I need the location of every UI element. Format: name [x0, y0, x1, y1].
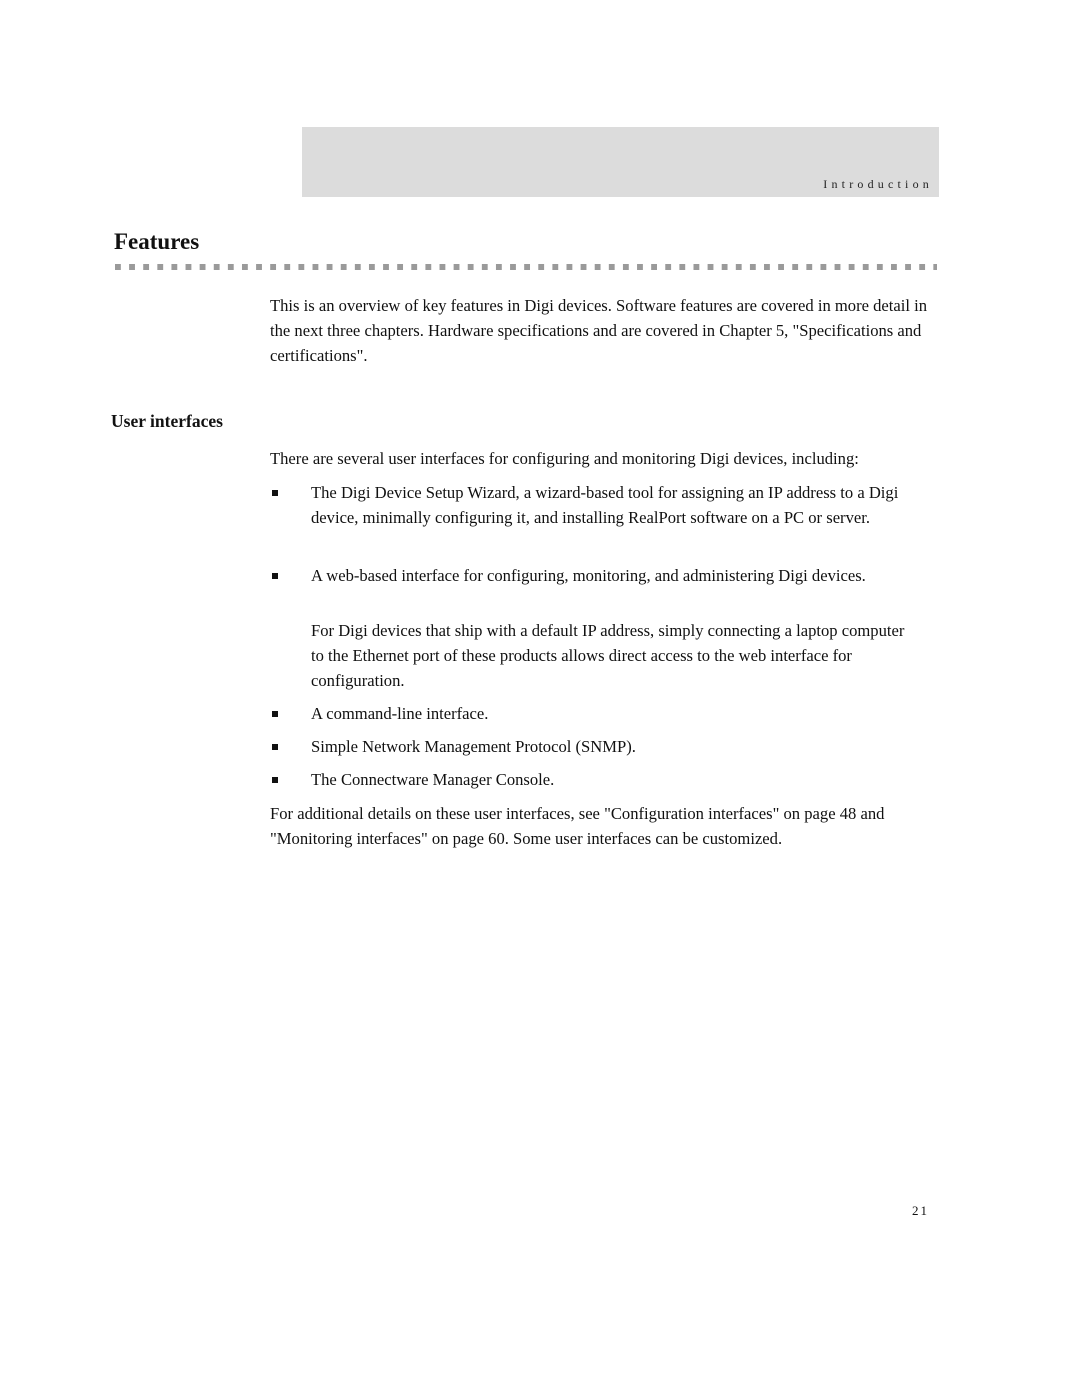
running-header-band: Introduction [302, 127, 939, 197]
list-item-note: For Digi devices that ship with a defaul… [311, 621, 905, 690]
list-item-text: A command-line interface. [311, 704, 489, 723]
closing-paragraph: For additional details on these user int… [270, 804, 885, 848]
page-number: 21 [912, 1203, 929, 1218]
list-item: The Digi Device Setup Wizard, a wizard-b… [270, 480, 942, 530]
square-bullet-icon [272, 490, 278, 496]
list-item-text: A web-based interface for configuring, m… [311, 566, 866, 585]
list-item: Simple Network Management Protocol (SNMP… [270, 734, 942, 759]
list-item-text: The Digi Device Setup Wizard, a wizard-b… [311, 483, 899, 527]
list-item: The Connectware Manager Console. [270, 767, 942, 792]
section-title: Features [114, 229, 200, 254]
list-item-text: Simple Network Management Protocol (SNMP… [311, 737, 636, 756]
square-bullet-icon [272, 573, 278, 579]
square-bullet-icon [272, 711, 278, 717]
dotted-rule-divider [115, 264, 937, 270]
running-header-label: Introduction [823, 177, 933, 191]
list-item: A command-line interface. [270, 701, 942, 726]
square-bullet-icon [272, 744, 278, 750]
subsection-title: User interfaces [111, 411, 223, 431]
list-item-text: The Connectware Manager Console. [311, 770, 555, 789]
lead-paragraph: There are several user interfaces for co… [270, 449, 859, 468]
square-bullet-icon [272, 777, 278, 783]
list-item: A web-based interface for configuring, m… [270, 563, 942, 588]
intro-paragraph: This is an overview of key features in D… [270, 296, 928, 365]
